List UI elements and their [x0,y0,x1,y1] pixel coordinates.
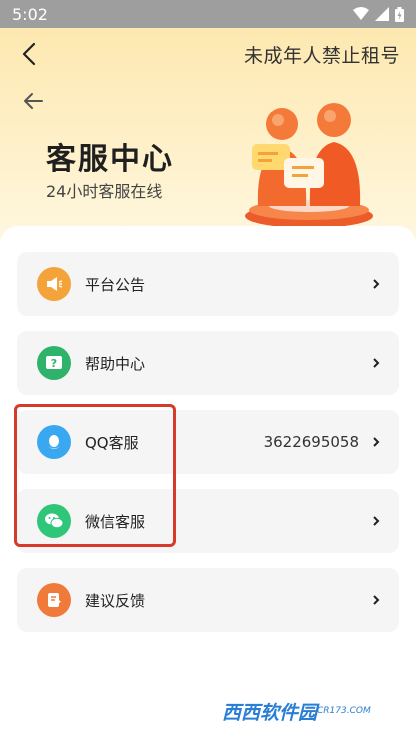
annotation-highlight-box [14,404,176,547]
qq-number: 3622695058 [263,433,359,451]
status-icons [353,6,404,22]
chevron-right-icon [373,437,380,447]
battery-icon [395,6,404,22]
watermark-subtext: CR173.COM [317,706,371,716]
watermark: 西西软件园 CR173.COM [216,688,398,734]
list-item-label: 帮助中心 [85,354,146,373]
watermark-text: 西西软件园 [222,701,318,724]
list-item-label: 建议反馈 [85,591,146,610]
megaphone-icon [37,267,71,301]
status-time: 5:02 [12,4,48,24]
back-arrow-icon[interactable] [22,90,44,112]
status-bar: 5:02 [0,0,416,28]
chevron-right-icon [373,279,380,289]
list-item-help-center[interactable]: ? 帮助中心 [17,331,399,395]
signal-icon [375,7,389,21]
page-title: 客服中心 [46,142,174,177]
chevron-right-icon [373,358,380,368]
wifi-icon [353,7,369,20]
nav-bar: 未成年人禁止租号 [0,28,416,80]
nav-title: 未成年人禁止租号 [243,44,400,67]
feedback-icon [37,583,71,617]
chevron-right-icon [373,595,380,605]
list-item-label: 平台公告 [85,275,146,294]
page-subtitle: 24小时客服在线 [46,182,163,201]
svg-text:?: ? [51,357,57,370]
chevron-right-icon [373,516,380,526]
customer-service-illustration [245,103,373,228]
question-icon: ? [37,346,71,380]
list-item-announcement[interactable]: 平台公告 [17,252,399,316]
list-item-feedback[interactable]: 建议反馈 [17,568,399,632]
back-chevron-icon[interactable] [18,42,42,66]
